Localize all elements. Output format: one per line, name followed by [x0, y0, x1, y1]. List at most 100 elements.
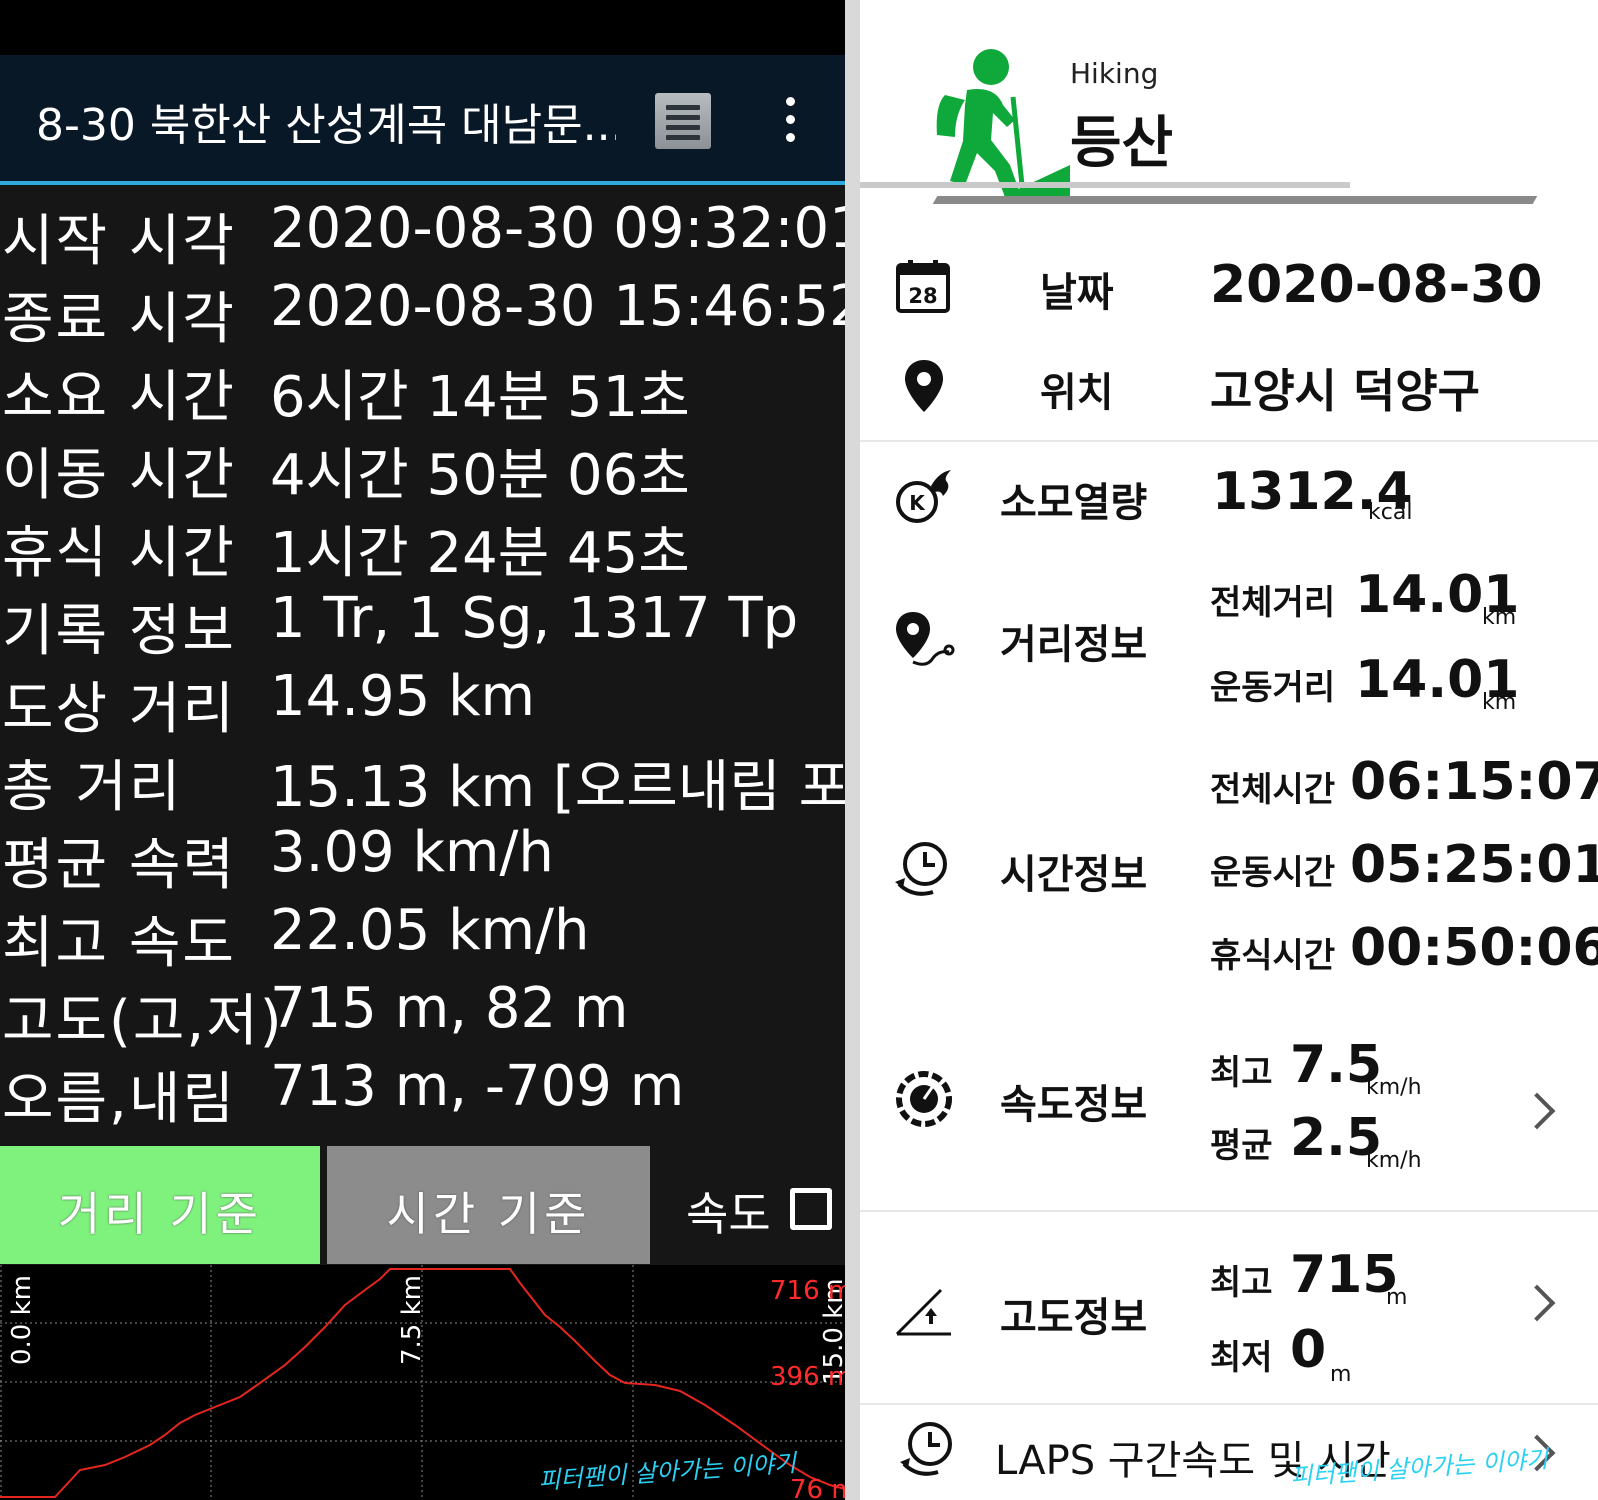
time-basis-label: 시간 기준 [386, 1187, 591, 1241]
more-vert-icon-dot [786, 115, 795, 124]
distance-basis-label: 거리 기준 [58, 1187, 262, 1241]
stat-row-total-distance: 총 거리 15.13 km [오르내림 포함] [0, 736, 845, 820]
stat-label: 고도(고,저) [2, 989, 284, 1054]
stat-label: 소요 시간 [2, 365, 236, 430]
stat-value: 6시간 14분 51초 [270, 365, 690, 430]
chevron-right-icon [1518, 1284, 1556, 1322]
min-altitude-unit: m [1330, 1362, 1352, 1387]
hiking-summary-panel: Hiking 등산 28 날짜 2020-08-30 위치 고양시 덕양구 K … [860, 0, 1598, 1500]
list-icon-line [666, 135, 700, 140]
track-title: 8-30 북한산 산성계곡 대남문... [36, 100, 616, 151]
more-options-button[interactable] [780, 97, 800, 143]
x-tick-label: 7.5 km [397, 1275, 427, 1365]
list-icon-line [666, 115, 700, 120]
stat-label: 도상 거리 [2, 677, 236, 742]
app-header: 8-30 북한산 산성계곡 대남문... [0, 55, 845, 185]
stat-row-ascent-descent: 오름,내림 713 m, -709 m [0, 1048, 845, 1132]
stat-row-avg-speed: 평균 속력 3.09 km/h [0, 814, 845, 898]
location-label: 위치 [1040, 370, 1114, 416]
hiker-icon [936, 49, 1070, 200]
rest-time-label: 휴식시간 [1210, 936, 1336, 976]
total-distance-label: 전체거리 [1210, 583, 1336, 623]
calendar-icon: 28 [896, 260, 950, 313]
stat-row-rest-time: 휴식 시간 1시간 24분 45초 [0, 502, 845, 586]
max-speed-label: 최고 [1210, 1053, 1273, 1093]
calendar-day: 28 [908, 284, 937, 308]
y-tick-label: 76 m [790, 1475, 845, 1500]
panel-divider [845, 0, 860, 1500]
activity-type-ko: 등산 [1070, 111, 1174, 176]
route-distance-icon [896, 612, 955, 666]
calories-unit: kcal [1368, 500, 1413, 525]
more-vert-icon-dot [786, 133, 795, 142]
stat-value: 2020-08-30 15:46:52 [270, 274, 845, 339]
exercise-distance-label: 운동거리 [1210, 668, 1336, 708]
date-label: 날짜 [1040, 270, 1114, 316]
calories-label: 소모열량 [1000, 480, 1148, 526]
max-speed-unit: km/h [1366, 1075, 1422, 1100]
speedometer-icon [896, 1071, 952, 1127]
stat-value: 22.05 km/h [270, 898, 590, 963]
track-stats-panel: 8-30 북한산 산성계곡 대남문... 시작 시각 2020-08-30 09… [0, 0, 845, 1500]
stat-label: 오름,내림 [2, 1067, 236, 1132]
activity-type-en: Hiking [1070, 57, 1159, 90]
exercise-time-value: 05:25:01 [1350, 835, 1598, 895]
section-divider [860, 440, 1598, 442]
stat-value: 4시간 50분 06초 [270, 443, 690, 508]
section-divider [860, 1210, 1598, 1212]
distance-label: 거리정보 [1000, 622, 1148, 668]
stat-value: 15.13 km [오르내림 포함] [270, 755, 845, 820]
laps-clock-icon [900, 1422, 952, 1476]
stat-label: 시작 시각 [2, 209, 236, 274]
stat-value: 1 Tr, 1 Sg, 1317 Tp [270, 586, 799, 651]
exercise-distance-unit: km [1482, 690, 1517, 715]
stat-label: 이동 시간 [2, 443, 236, 508]
stat-row-altitude: 고도(고,저) 715 m, 82 m [0, 970, 845, 1054]
total-distance-unit: km [1482, 605, 1517, 630]
stat-label: 평균 속력 [2, 833, 236, 898]
speed-label: 속도정보 [1000, 1082, 1148, 1128]
date-value: 2020-08-30 [1210, 255, 1543, 315]
stat-value: 1시간 24분 45초 [270, 521, 690, 586]
max-altitude-label: 최고 [1210, 1263, 1273, 1303]
status-bar [0, 0, 845, 55]
min-altitude-value: 0 [1290, 1320, 1327, 1380]
max-altitude-value: 715 [1290, 1245, 1399, 1305]
time-basis-button[interactable]: 시간 기준 [327, 1146, 650, 1264]
location-value: 고양시 덕양구 [1210, 364, 1480, 418]
header-underline-dark [932, 196, 1538, 204]
section-divider [860, 1403, 1598, 1405]
calorie-flame-icon: K [896, 470, 951, 523]
stat-value: 2020-08-30 09:32:01 [270, 196, 845, 261]
stat-label: 기록 정보 [2, 599, 236, 664]
location-pin-icon [905, 360, 943, 412]
altitude-label: 고도정보 [1000, 1295, 1148, 1341]
stat-value: 3.09 km/h [270, 820, 554, 885]
list-icon [666, 105, 700, 110]
stat-label: 휴식 시간 [2, 521, 236, 586]
stat-row-start-time: 시작 시각 2020-08-30 09:32:01 [0, 190, 845, 274]
stat-row-record-info: 기록 정보 1 Tr, 1 Sg, 1317 Tp [0, 580, 845, 664]
stat-label: 최고 속도 [2, 911, 236, 976]
avg-speed-unit: km/h [1366, 1148, 1422, 1173]
altitude-slope-icon [895, 1288, 951, 1336]
min-altitude-label: 최저 [1210, 1338, 1273, 1378]
stat-row-end-time: 종료 시각 2020-08-30 15:46:52 [0, 268, 845, 352]
list-icon-line [666, 125, 700, 130]
list-menu-button[interactable] [655, 93, 711, 149]
distance-basis-button[interactable]: 거리 기준 [0, 1146, 320, 1264]
total-time-value: 06:15:07 [1350, 752, 1598, 812]
y-tick-label: 716 m [770, 1276, 845, 1306]
speed-checkbox[interactable] [790, 1188, 832, 1230]
more-vert-icon [786, 97, 795, 106]
stat-value: 14.95 km [270, 664, 536, 729]
exercise-time-label: 운동시간 [1210, 853, 1336, 893]
clock-timer-icon [895, 842, 947, 896]
total-time-label: 전체시간 [1210, 770, 1336, 810]
max-altitude-unit: m [1386, 1285, 1408, 1310]
stat-value: 713 m, -709 m [270, 1054, 685, 1119]
stat-label: 종료 시각 [2, 287, 236, 352]
rest-time-value: 00:50:06 [1350, 918, 1598, 978]
stat-row-map-distance: 도상 거리 14.95 km [0, 658, 845, 742]
stat-row-duration: 소요 시간 6시간 14분 51초 [0, 346, 845, 430]
